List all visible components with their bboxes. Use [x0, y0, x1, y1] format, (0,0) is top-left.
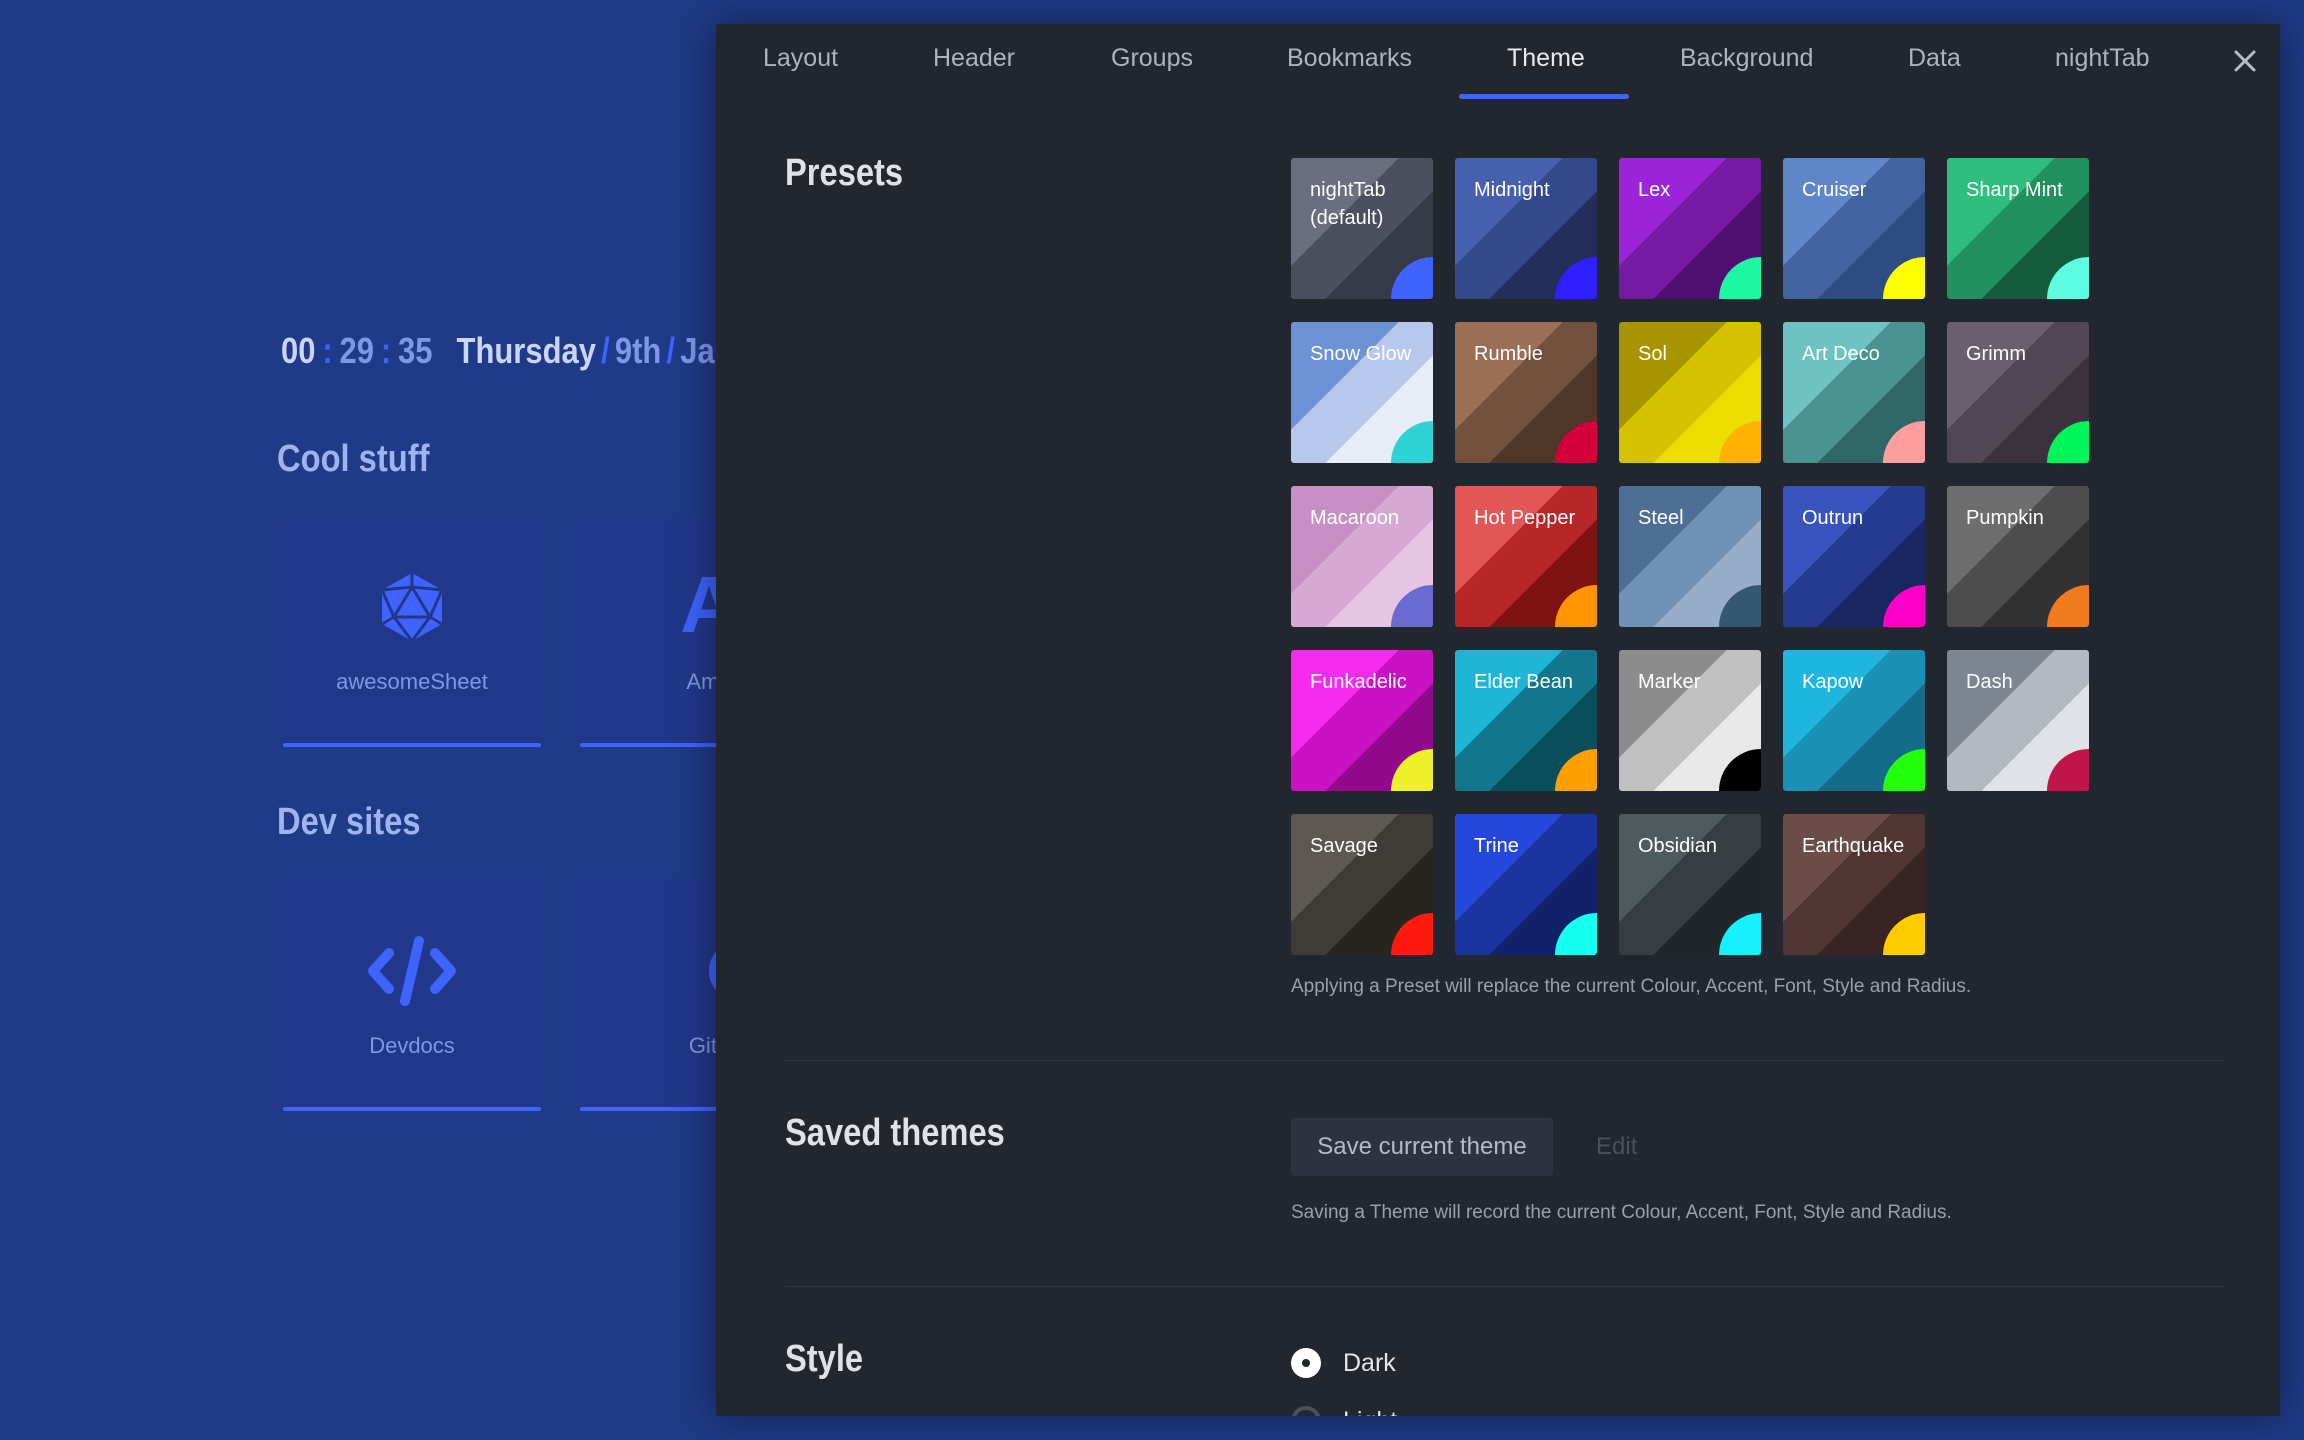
style-option-light[interactable]: Light: [1291, 1406, 1397, 1416]
date-separator: /: [666, 330, 676, 371]
preset-name: Elder Bean: [1474, 671, 1573, 693]
bookmark-label: awesomeSheet: [336, 669, 488, 694]
preset-swatch[interactable]: Marker: [1619, 650, 1761, 791]
preset-name: Pumpkin: [1966, 507, 2044, 529]
preset-name: Marker: [1638, 671, 1701, 693]
preset-swatch[interactable]: Sharp Mint: [1947, 158, 2089, 299]
preset-swatch[interactable]: Art Deco: [1783, 322, 1925, 463]
preset-name: Kapow: [1802, 671, 1864, 693]
radio-button[interactable]: [1291, 1406, 1321, 1416]
tab-nighttab[interactable]: nightTab: [2055, 44, 2150, 73]
preset-swatch[interactable]: Funkadelic: [1291, 650, 1433, 791]
preset-name: Grimm: [1966, 343, 2026, 365]
section-title-presets: Presets: [785, 152, 904, 194]
preset-swatch[interactable]: Savage: [1291, 814, 1433, 955]
preset-name: nightTab (default): [1310, 179, 1386, 229]
style-option-dark[interactable]: Dark: [1291, 1348, 1396, 1378]
preset-name: Sol: [1638, 343, 1667, 365]
tab-layout[interactable]: Layout: [763, 44, 838, 73]
clock-separator: :: [380, 330, 392, 371]
date-date: 9th: [614, 330, 662, 371]
clock: 00:29:35 Thursday/9th / Ja: [281, 330, 715, 372]
bookmark-label: Devdocs: [369, 1033, 455, 1058]
tab-theme[interactable]: Theme: [1507, 44, 1585, 73]
preset-name: Art Deco: [1802, 343, 1880, 365]
clock-separator: :: [322, 330, 333, 371]
preset-name: Steel: [1638, 507, 1684, 529]
preset-swatch[interactable]: nightTab (default): [1291, 158, 1433, 299]
settings-menu: Layout Header Groups Bookmarks Theme Bac…: [716, 24, 2280, 1416]
d20-icon: [277, 571, 547, 643]
preset-swatch[interactable]: Cruiser: [1783, 158, 1925, 299]
bookmark-accent-bar: [283, 1107, 541, 1111]
preset-name: Lex: [1638, 179, 1671, 201]
group-title: Dev sites: [277, 801, 421, 843]
preset-swatch[interactable]: Snow Glow: [1291, 322, 1433, 463]
saved-themes-note: Saving a Theme will record the current C…: [1291, 1202, 1952, 1223]
preset-name: Trine: [1474, 835, 1519, 857]
preset-swatch[interactable]: Sol: [1619, 322, 1761, 463]
preset-swatch[interactable]: Grimm: [1947, 322, 2089, 463]
preset-name: Outrun: [1802, 507, 1864, 529]
presets-note: Applying a Preset will replace the curre…: [1291, 976, 1972, 997]
preset-swatch[interactable]: Trine: [1455, 814, 1597, 955]
section-divider: [785, 1286, 2225, 1287]
bookmark-accent-bar: [283, 743, 541, 747]
bookmark-tile[interactable]: Devdocs: [277, 879, 547, 1111]
preset-swatch[interactable]: Macaroon: [1291, 486, 1433, 627]
preset-name: Snow Glow: [1310, 343, 1412, 365]
bookmark-tile[interactable]: awesomeSheet: [277, 515, 547, 747]
radio-button-selected[interactable]: [1291, 1348, 1321, 1378]
preset-swatch[interactable]: Obsidian: [1619, 814, 1761, 955]
preset-swatch[interactable]: Rumble: [1455, 322, 1597, 463]
preset-name: Dash: [1966, 671, 2013, 693]
clock-hours: 00: [281, 330, 316, 371]
active-tab-indicator: [1459, 94, 1629, 99]
section-divider: [785, 1060, 2225, 1061]
preset-swatch[interactable]: Outrun: [1783, 486, 1925, 627]
close-icon[interactable]: [2228, 44, 2262, 78]
preset-swatch[interactable]: Lex: [1619, 158, 1761, 299]
preset-name: Rumble: [1474, 343, 1543, 365]
date-separator: /: [601, 330, 610, 371]
preset-name: Sharp Mint: [1966, 179, 2063, 201]
preset-swatch[interactable]: Earthquake: [1783, 814, 1925, 955]
preset-swatch[interactable]: Midnight: [1455, 158, 1597, 299]
code-icon: [277, 935, 547, 1007]
preset-name: Cruiser: [1802, 179, 1867, 201]
preset-swatch[interactable]: Pumpkin: [1947, 486, 2089, 627]
clock-minutes: 29: [339, 330, 374, 371]
preset-name: Hot Pepper: [1474, 507, 1576, 529]
tab-data[interactable]: Data: [1908, 44, 1961, 73]
tab-groups[interactable]: Groups: [1111, 44, 1193, 73]
preset-swatch[interactable]: Elder Bean: [1455, 650, 1597, 791]
preset-name: Earthquake: [1802, 835, 1905, 857]
preset-name: Macaroon: [1310, 507, 1399, 529]
tab-background[interactable]: Background: [1680, 44, 1813, 73]
preset-name: Midnight: [1474, 179, 1550, 201]
save-current-theme-button[interactable]: Save current theme: [1291, 1118, 1553, 1176]
preset-swatch[interactable]: Kapow: [1783, 650, 1925, 791]
section-title-saved-themes: Saved themes: [785, 1112, 1005, 1154]
menu-tabs: Layout Header Groups Bookmarks Theme Bac…: [716, 24, 2280, 100]
preset-name: Obsidian: [1638, 835, 1717, 857]
group-title: Cool stuff: [277, 438, 430, 480]
style-option-label: Dark: [1343, 1348, 1396, 1377]
date-month: Ja: [680, 330, 715, 371]
tab-header[interactable]: Header: [933, 44, 1015, 73]
date-day: Thursday: [456, 330, 596, 371]
preset-swatch[interactable]: Hot Pepper: [1455, 486, 1597, 627]
section-title-style: Style: [785, 1338, 864, 1380]
style-option-label: Light: [1343, 1407, 1397, 1417]
edit-themes-button[interactable]: Edit: [1596, 1118, 1637, 1176]
preset-name: Funkadelic: [1310, 671, 1407, 693]
preset-swatch[interactable]: Dash: [1947, 650, 2089, 791]
preset-name: Savage: [1310, 835, 1378, 857]
clock-seconds: 35: [398, 330, 433, 371]
tab-bookmarks[interactable]: Bookmarks: [1287, 44, 1412, 73]
preset-swatch[interactable]: Steel: [1619, 486, 1761, 627]
